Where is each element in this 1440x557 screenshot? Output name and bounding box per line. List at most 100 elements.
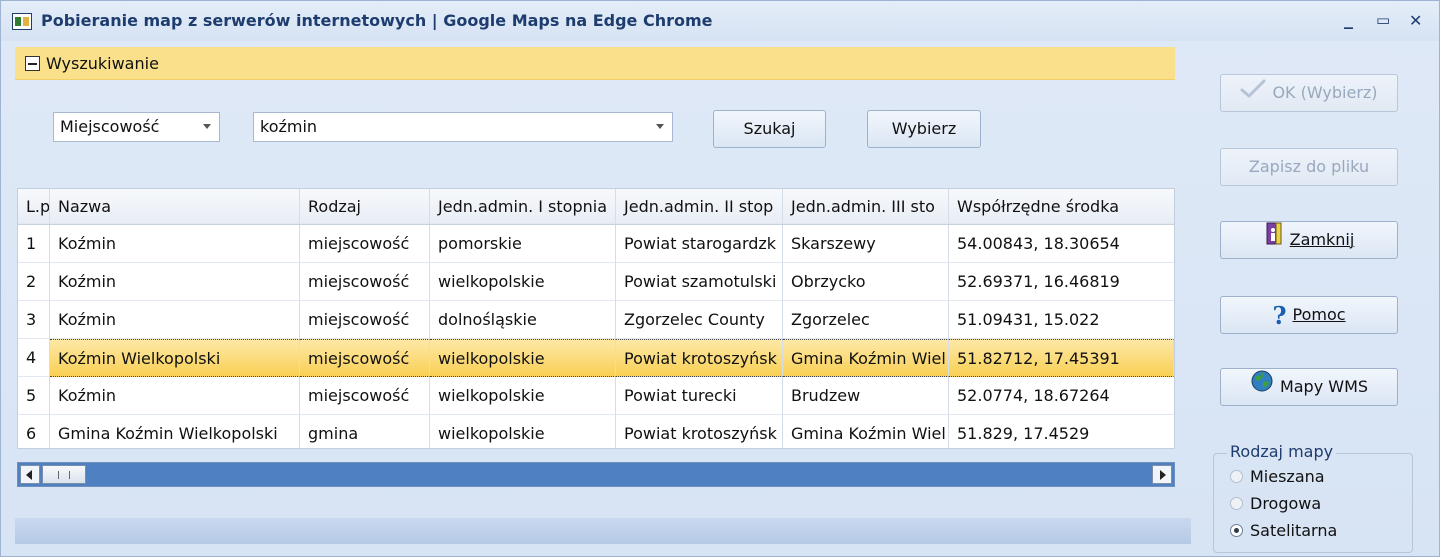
column-header-lp[interactable]: L.p [18, 189, 50, 224]
table-header: L.p Nazwa Rodzaj Jedn.admin. I stopnia J… [18, 189, 1174, 225]
ok-button-label: OK (Wybierz) [1272, 83, 1378, 102]
main-window: Pobieranie map z serwerów internetowych … [0, 0, 1440, 557]
table-row-selected[interactable]: 4 Koźmin Wielkopolski miejscowość wielko… [18, 339, 1174, 377]
radio-road-label: Drogowa [1250, 494, 1322, 513]
search-section-header[interactable]: Wyszukiwanie [15, 47, 1175, 80]
maximize-button[interactable]: ▭ [1376, 11, 1390, 29]
column-header-coords[interactable]: Współrzędne środka [949, 189, 1174, 224]
radio-indicator[interactable] [1230, 524, 1243, 537]
cell-admin3: Skarszewy [783, 225, 949, 263]
cell-admin1: wielkopolskie [430, 263, 616, 301]
cell-rodzaj: miejscowość [300, 301, 430, 339]
cell-admin2: Zgorzelec County [616, 301, 783, 339]
wms-maps-button[interactable]: Mapy WMS [1220, 368, 1398, 406]
scroll-right-arrow-icon[interactable] [1152, 465, 1172, 484]
cell-coords: 54.00843, 18.30654 [949, 225, 1174, 263]
cell-admin1: dolnośląskie [430, 301, 616, 339]
cell-admin3: Gmina Koźmin Wiel [783, 415, 949, 448]
cell-nazwa: Koźmin [50, 263, 300, 301]
window-title: Pobieranie map z serwerów internetowych … [41, 11, 713, 30]
ok-button[interactable]: OK (Wybierz) [1220, 74, 1398, 112]
search-type-select[interactable]: Miejscowość [53, 112, 220, 142]
exit-door-icon [1264, 222, 1284, 259]
cell-admin3: Zgorzelec [783, 301, 949, 339]
radio-mixed-label: Mieszana [1250, 467, 1325, 486]
cell-admin2: Powiat szamotulski [616, 263, 783, 301]
save-to-file-label: Zapisz do pliku [1248, 157, 1370, 176]
row-number: 2 [18, 263, 50, 301]
cell-nazwa: Koźmin [50, 301, 300, 339]
cell-rodzaj: miejscowość [300, 339, 430, 377]
help-button[interactable]: ? Pomoc [1220, 296, 1398, 334]
column-header-admin1[interactable]: Jedn.admin. I stopnia [430, 189, 616, 224]
cell-rodzaj: gmina [300, 415, 430, 448]
radio-road[interactable]: Drogowa [1230, 494, 1321, 513]
search-input[interactable]: koźmin [253, 112, 673, 142]
column-header-admin3[interactable]: Jedn.admin. III sto [783, 189, 949, 224]
close-button[interactable]: Zamknij [1220, 221, 1398, 259]
row-number: 6 [18, 415, 50, 448]
chevron-down-icon [656, 124, 664, 129]
column-header-admin2[interactable]: Jedn.admin. II stop [616, 189, 783, 224]
cell-rodzaj: miejscowość [300, 377, 430, 415]
globe-icon [1250, 369, 1274, 406]
cell-admin2: Powiat starogardzk [616, 225, 783, 263]
cell-admin1: wielkopolskie [430, 415, 616, 448]
table-row[interactable]: 1 Koźmin miejscowość pomorskie Powiat st… [18, 225, 1174, 263]
radio-mixed[interactable]: Mieszana [1230, 467, 1325, 486]
choose-button[interactable]: Wybierz [867, 110, 981, 148]
save-to-file-button[interactable]: Zapisz do pliku [1220, 148, 1398, 186]
cell-admin2: Powiat krotoszyńsk [616, 415, 783, 448]
radio-satellite[interactable]: Satelitarna [1230, 521, 1337, 540]
cell-admin3: Obrzycko [783, 263, 949, 301]
radio-indicator[interactable] [1230, 470, 1243, 483]
column-header-rodzaj[interactable]: Rodzaj [300, 189, 430, 224]
close-button-label: Zamknij [1289, 230, 1355, 249]
cell-admin3: Brudzew [783, 377, 949, 415]
collapse-icon[interactable] [25, 56, 40, 71]
results-table: L.p Nazwa Rodzaj Jedn.admin. I stopnia J… [17, 188, 1175, 449]
chevron-down-icon [203, 124, 211, 129]
cell-admin1: wielkopolskie [430, 377, 616, 415]
column-header-nazwa[interactable]: Nazwa [50, 189, 300, 224]
table-row[interactable]: 2 Koźmin miejscowość wielkopolskie Powia… [18, 263, 1174, 301]
table-row[interactable]: 6 Gmina Koźmin Wielkopolski gmina wielko… [18, 415, 1174, 448]
wms-maps-label: Mapy WMS [1279, 377, 1369, 396]
close-window-button[interactable]: ✕ [1409, 11, 1422, 30]
row-number: 3 [18, 301, 50, 339]
minimize-button[interactable]: _ [1344, 9, 1353, 30]
radio-satellite-label: Satelitarna [1250, 521, 1338, 540]
question-mark-icon: ? [1272, 300, 1287, 330]
status-bar [15, 518, 1191, 544]
title-bar: Pobieranie map z serwerów internetowych … [1, 1, 1439, 41]
cell-coords: 51.82712, 17.45391 [949, 339, 1174, 377]
app-icon [12, 13, 32, 30]
cell-nazwa: Koźmin [50, 377, 300, 415]
cell-admin3: Gmina Koźmin Wiel [783, 339, 949, 377]
cell-admin2: Powiat turecki [616, 377, 783, 415]
scroll-thumb[interactable] [42, 465, 86, 484]
table-row[interactable]: 5 Koźmin miejscowość wielkopolskie Powia… [18, 377, 1174, 415]
cell-admin1: pomorskie [430, 225, 616, 263]
horizontal-scrollbar[interactable] [17, 462, 1175, 487]
search-query-value: koźmin [260, 117, 318, 136]
table-row[interactable]: 3 Koźmin miejscowość dolnośląskie Zgorze… [18, 301, 1174, 339]
help-button-label: Pomoc [1292, 305, 1346, 324]
cell-admin2: Powiat krotoszyńsk [616, 339, 783, 377]
row-number: 1 [18, 225, 50, 263]
search-section-label: Wyszukiwanie [46, 54, 159, 73]
search-type-value: Miejscowość [60, 117, 160, 136]
cell-rodzaj: miejscowość [300, 263, 430, 301]
cell-rodzaj: miejscowość [300, 225, 430, 263]
map-type-title: Rodzaj mapy [1227, 442, 1337, 461]
radio-indicator[interactable] [1230, 497, 1243, 510]
search-button[interactable]: Szukaj [713, 110, 826, 148]
cell-coords: 51.829, 17.4529 [949, 415, 1174, 448]
cell-nazwa: Koźmin [50, 225, 300, 263]
cell-nazwa: Gmina Koźmin Wielkopolski [50, 415, 300, 448]
row-number: 5 [18, 377, 50, 415]
scroll-left-arrow-icon[interactable] [20, 465, 40, 484]
cell-coords: 52.0774, 18.67264 [949, 377, 1174, 415]
cell-coords: 52.69371, 16.46819 [949, 263, 1174, 301]
cell-nazwa: Koźmin Wielkopolski [50, 339, 300, 377]
